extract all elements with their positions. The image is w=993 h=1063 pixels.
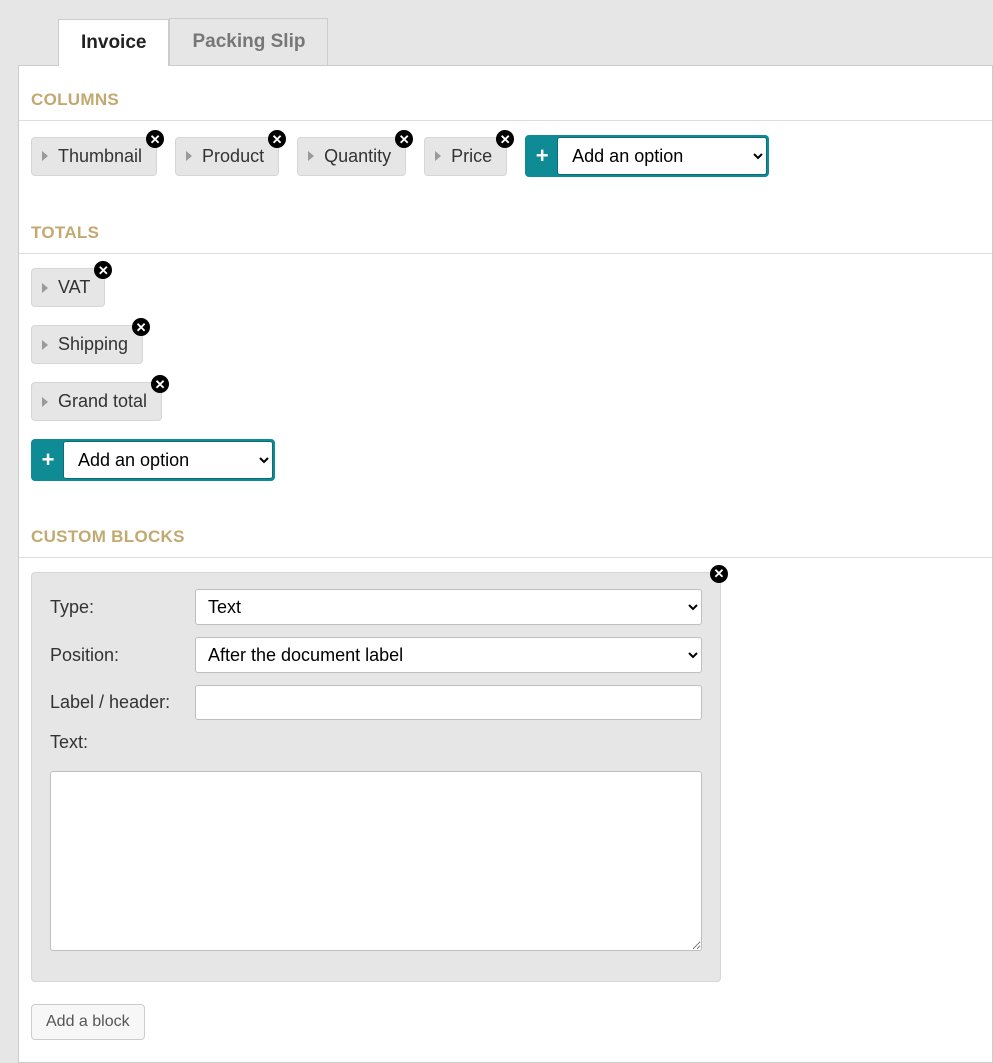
block-position-label: Position: [50, 645, 195, 666]
tab-invoice[interactable]: Invoice [58, 19, 169, 66]
column-chip-product[interactable]: Product ✕ [175, 137, 279, 176]
total-chip-vat[interactable]: VAT ✕ [31, 268, 105, 307]
chip-label: Quantity [324, 146, 391, 167]
block-header-input[interactable] [195, 685, 702, 720]
document-tabs: Invoice Packing Slip [58, 18, 993, 65]
chip-label: VAT [58, 277, 90, 298]
total-chip-grand-total[interactable]: Grand total ✕ [31, 382, 162, 421]
caret-right-icon [42, 151, 48, 161]
tab-packing-slip[interactable]: Packing Slip [169, 18, 328, 65]
column-chip-quantity[interactable]: Quantity ✕ [297, 137, 406, 176]
caret-right-icon [42, 283, 48, 293]
close-icon[interactable]: ✕ [268, 130, 286, 148]
close-icon[interactable]: ✕ [94, 261, 112, 279]
caret-right-icon [42, 397, 48, 407]
plus-icon: + [33, 441, 63, 479]
add-block-button[interactable]: Add a block [31, 1004, 145, 1040]
caret-right-icon [308, 151, 314, 161]
block-type-label: Type: [50, 597, 195, 618]
section-title-custom-blocks: CUSTOM BLOCKS [19, 509, 992, 558]
add-total-option: + Add an option [31, 439, 275, 481]
block-header-label: Label / header: [50, 692, 195, 713]
column-chip-price[interactable]: Price ✕ [424, 137, 507, 176]
add-column-option: + Add an option [525, 135, 769, 177]
plus-icon: + [527, 137, 557, 175]
caret-right-icon [42, 340, 48, 350]
block-text-label: Text: [50, 732, 195, 753]
custom-block-card: ✕ Type: Text Position: After the documen… [31, 572, 721, 982]
caret-right-icon [435, 151, 441, 161]
settings-panel: COLUMNS Thumbnail ✕ Product ✕ Quantity ✕ [18, 65, 993, 1063]
block-position-select[interactable]: After the document label [195, 637, 702, 673]
close-icon[interactable]: ✕ [710, 565, 728, 583]
add-total-select[interactable]: Add an option [63, 441, 273, 479]
add-column-select[interactable]: Add an option [557, 137, 767, 175]
chip-label: Shipping [58, 334, 128, 355]
close-icon[interactable]: ✕ [496, 130, 514, 148]
section-title-totals: TOTALS [19, 205, 992, 254]
block-text-textarea[interactable] [50, 771, 702, 951]
chip-label: Price [451, 146, 492, 167]
chip-label: Thumbnail [58, 146, 142, 167]
totals-chips-col: VAT ✕ Shipping ✕ Grand total ✕ + Add an … [31, 268, 980, 481]
caret-right-icon [186, 151, 192, 161]
block-type-select[interactable]: Text [195, 589, 702, 625]
section-title-columns: COLUMNS [19, 72, 992, 121]
columns-chips-row: Thumbnail ✕ Product ✕ Quantity ✕ Price ✕ [31, 135, 980, 177]
close-icon[interactable]: ✕ [395, 130, 413, 148]
close-icon[interactable]: ✕ [146, 130, 164, 148]
column-chip-thumbnail[interactable]: Thumbnail ✕ [31, 137, 157, 176]
close-icon[interactable]: ✕ [151, 375, 169, 393]
chip-label: Product [202, 146, 264, 167]
total-chip-shipping[interactable]: Shipping ✕ [31, 325, 143, 364]
close-icon[interactable]: ✕ [132, 318, 150, 336]
chip-label: Grand total [58, 391, 147, 412]
